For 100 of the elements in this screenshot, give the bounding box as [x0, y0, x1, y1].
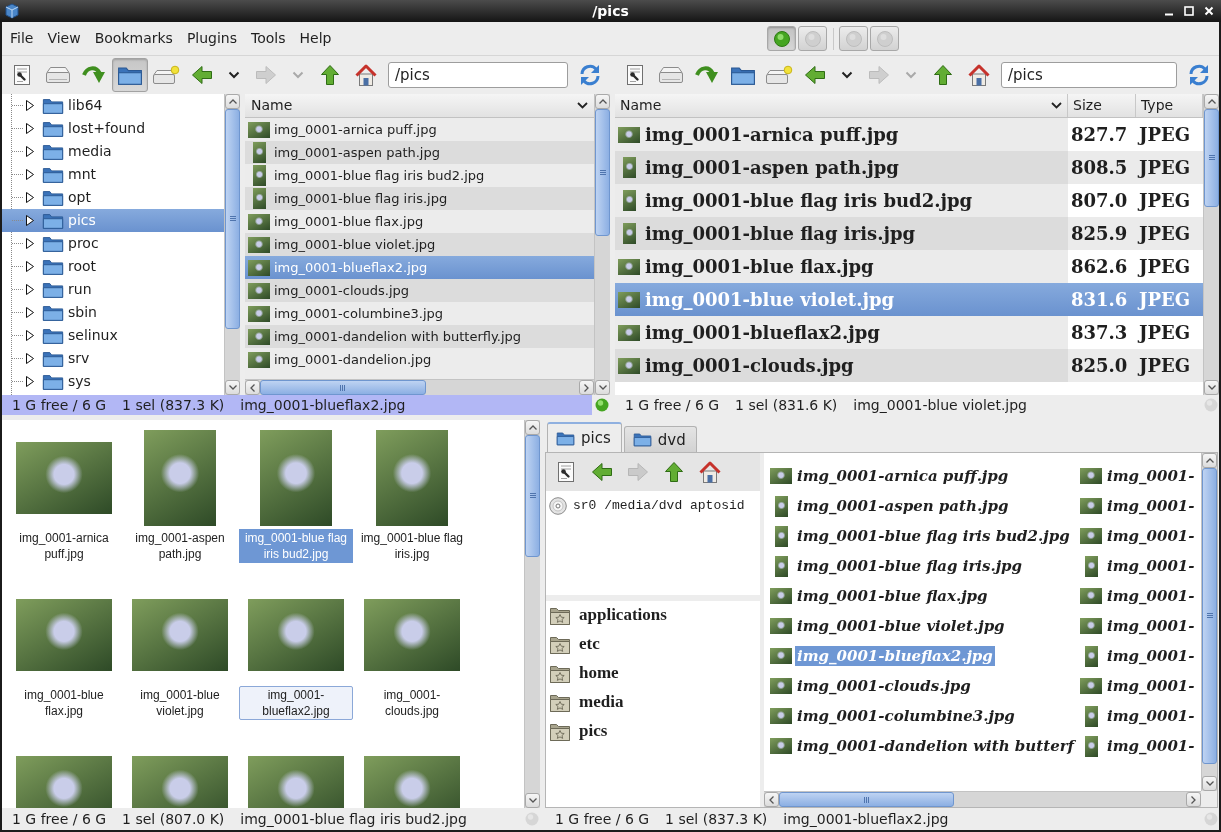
- tab[interactable]: dvd: [623, 426, 697, 452]
- file-row[interactable]: img_0001-arnica puff.jpg 827.7 JPEG: [615, 118, 1203, 151]
- pane-toggle-button[interactable]: [767, 26, 796, 51]
- file-label[interactable]: img_0001-blue flag iris.jpg: [795, 556, 1025, 576]
- scroll-down-button[interactable]: [1202, 776, 1217, 791]
- menu-item[interactable]: Bookmarks: [87, 26, 180, 51]
- scrollbar-thumb[interactable]: [225, 109, 240, 329]
- file-label[interactable]: img_0001-arnica puff.jpg: [795, 466, 1011, 486]
- expander-icon[interactable]: [26, 146, 34, 157]
- file-label[interactable]: img_0001-: [1105, 526, 1197, 546]
- file-label[interactable]: img_0001-clouds.jpg: [795, 676, 973, 696]
- scrollbar-thumb[interactable]: [595, 109, 610, 237]
- expander-icon[interactable]: [26, 307, 34, 318]
- horizontal-scrollbar[interactable]: [764, 791, 1201, 807]
- bookmark-item[interactable]: applications: [546, 601, 760, 630]
- horizontal-scrollbar[interactable]: [245, 379, 594, 395]
- file-row[interactable]: img_0001-blue flax.jpg 862.6 JPEG: [615, 250, 1203, 283]
- file-label[interactable]: img_0001-blue flax.jpg: [7, 686, 121, 720]
- tree-view-button[interactable]: [112, 58, 148, 92]
- photo-thumbnail[interactable]: [132, 756, 228, 808]
- file-label[interactable]: img_0001-aspen path.jpg: [795, 496, 1011, 516]
- expander-icon[interactable]: [26, 330, 34, 341]
- tree-item[interactable]: run: [2, 278, 224, 301]
- vertical-scrollbar[interactable]: [524, 420, 540, 808]
- expander-icon[interactable]: [26, 353, 34, 364]
- scrollbar-thumb[interactable]: [1202, 468, 1217, 764]
- photo-thumbnail[interactable]: [132, 599, 228, 671]
- tree-item[interactable]: root: [2, 255, 224, 278]
- column-header[interactable]: Size: [1068, 94, 1136, 117]
- scroll-down-button[interactable]: [1204, 380, 1219, 395]
- expander-icon[interactable]: [26, 238, 34, 249]
- expander-icon[interactable]: [26, 123, 34, 134]
- expander-icon[interactable]: [26, 284, 34, 295]
- file-row[interactable]: img_0001-blue flax.jpg: [245, 210, 594, 233]
- file-label[interactable]: img_0001-blue flag iris.jpg: [355, 529, 469, 563]
- file-label[interactable]: img_0001-: [1105, 586, 1197, 606]
- scrollbar-thumb[interactable]: [1204, 109, 1219, 207]
- path-field[interactable]: /pics: [1001, 62, 1177, 88]
- scroll-up-button[interactable]: [225, 94, 240, 109]
- photo-thumbnail[interactable]: [144, 430, 216, 526]
- file-row[interactable]: img_0001-blue flag iris.jpg: [245, 187, 594, 210]
- scrollbar-thumb[interactable]: [260, 380, 426, 395]
- expander-icon[interactable]: [26, 376, 34, 387]
- path-field[interactable]: /pics: [388, 62, 568, 88]
- photo-thumbnail[interactable]: [376, 430, 448, 526]
- column-header[interactable]: Name: [615, 94, 1068, 117]
- expander-icon[interactable]: [26, 192, 34, 203]
- tree-item[interactable]: opt: [2, 186, 224, 209]
- file-label[interactable]: img_0001-: [1105, 466, 1197, 486]
- menu-item[interactable]: File: [3, 26, 41, 51]
- file-label[interactable]: img_0001-clouds.jpg: [355, 686, 469, 720]
- device-item[interactable]: sr0 /media/dvd aptosid: [546, 497, 760, 515]
- file-row[interactable]: img_0001-clouds.jpg 825.0 JPEG: [615, 349, 1203, 382]
- file-label[interactable]: img_0001-: [1105, 496, 1197, 516]
- pane-toggle-button[interactable]: [798, 26, 827, 51]
- expander-icon[interactable]: [26, 100, 34, 111]
- expander-icon[interactable]: [26, 261, 34, 272]
- file-label[interactable]: img_0001-blue violet.jpg: [795, 616, 1007, 636]
- scroll-up-button[interactable]: [1202, 453, 1217, 468]
- vertical-scrollbar[interactable]: [224, 94, 240, 395]
- column-header[interactable]: Name: [245, 94, 594, 118]
- file-label[interactable]: img_0001-aspen path.jpg: [123, 529, 237, 563]
- photo-thumbnail[interactable]: [364, 756, 460, 808]
- file-label[interactable]: img_0001-columbine3.jpg: [795, 706, 1017, 726]
- scroll-up-button[interactable]: [525, 420, 540, 435]
- photo-thumbnail[interactable]: [16, 442, 112, 514]
- menu-item[interactable]: Tools: [244, 26, 293, 51]
- tree-item[interactable]: lib64: [2, 94, 224, 117]
- file-row[interactable]: img_0001-columbine3.jpg: [245, 302, 594, 325]
- file-row[interactable]: img_0001-dandelion with butterfly.jpg: [245, 325, 594, 348]
- expander-icon[interactable]: [26, 215, 34, 226]
- file-row[interactable]: img_0001-dandelion.jpg: [245, 348, 594, 371]
- scroll-up-button[interactable]: [1204, 94, 1219, 109]
- file-label[interactable]: img_0001-blueflax2.jpg: [239, 686, 353, 720]
- file-label[interactable]: img_0001-dandelion with butterf: [795, 736, 1077, 756]
- vertical-scrollbar[interactable]: [1203, 94, 1219, 395]
- photo-thumbnail[interactable]: [16, 756, 112, 808]
- scroll-left-button[interactable]: [764, 792, 779, 807]
- scroll-down-button[interactable]: [225, 380, 240, 395]
- tree-item[interactable]: mnt: [2, 163, 224, 186]
- scrollbar-thumb[interactable]: [779, 792, 954, 807]
- scroll-right-button[interactable]: [1186, 792, 1201, 807]
- file-label[interactable]: img_0001-: [1105, 616, 1197, 636]
- scroll-left-button[interactable]: [245, 380, 260, 395]
- scroll-down-button[interactable]: [525, 793, 540, 808]
- bookmark-item[interactable]: home: [546, 659, 760, 688]
- photo-thumbnail[interactable]: [364, 599, 460, 671]
- file-row[interactable]: img_0001-aspen path.jpg 808.5 JPEG: [615, 151, 1203, 184]
- scrollbar-thumb[interactable]: [525, 435, 540, 557]
- file-label[interactable]: img_0001-: [1105, 736, 1197, 756]
- vertical-scrollbar[interactable]: [1201, 453, 1217, 791]
- tree-item[interactable]: sys: [2, 370, 224, 393]
- menu-item[interactable]: View: [40, 26, 88, 51]
- vertical-scrollbar[interactable]: [594, 94, 610, 395]
- file-row[interactable]: img_0001-blueflax2.jpg 837.3 JPEG: [615, 316, 1203, 349]
- tab[interactable]: pics: [547, 422, 622, 452]
- tree-item[interactable]: selinux: [2, 324, 224, 347]
- photo-thumbnail[interactable]: [16, 599, 112, 671]
- file-row[interactable]: img_0001-blue violet.jpg: [245, 233, 594, 256]
- tree-item[interactable]: sbin: [2, 301, 224, 324]
